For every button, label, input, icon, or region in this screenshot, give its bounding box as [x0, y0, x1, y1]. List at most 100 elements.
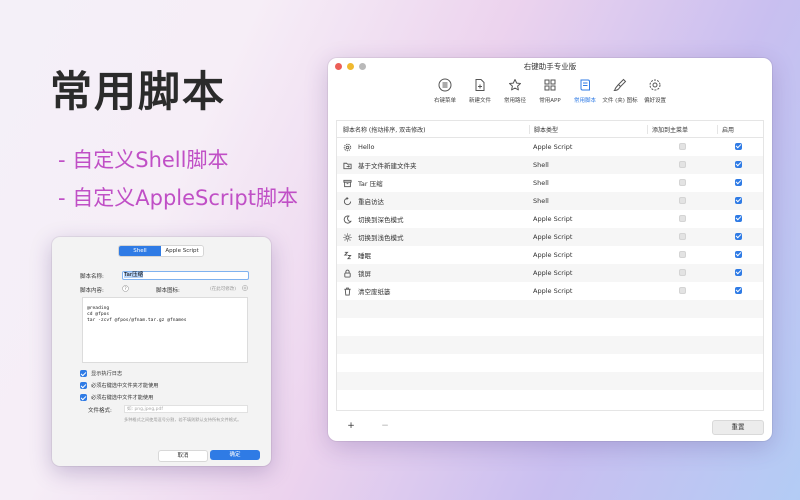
add-script-button[interactable]: +	[342, 420, 360, 432]
tab-label: 常用路径	[503, 98, 526, 104]
add-to-menu-checkbox[interactable]	[679, 178, 686, 186]
filetype-label: 文件格式:	[88, 408, 112, 414]
script-type: Apple Script	[533, 143, 573, 151]
add-to-menu-checkbox[interactable]	[679, 196, 686, 204]
table-row[interactable]: 锁屏 Apple Script	[337, 264, 763, 282]
add-to-menu-checkbox[interactable]	[679, 232, 686, 240]
bottom-bar: + − 重置	[336, 420, 764, 435]
tab-shell[interactable]: Shell	[119, 246, 161, 256]
tab-label: 偏好设置	[643, 98, 666, 104]
table-row[interactable]: Hello Apple Script	[337, 138, 763, 156]
code-line: tar -zcvf @fpos/@fnam.tar.gz @fnames	[87, 318, 187, 323]
require-folder-checkbox[interactable]	[80, 382, 87, 389]
sun-icon	[343, 232, 352, 242]
table-row[interactable]: 重启访达 Shell	[337, 192, 763, 210]
enabled-checkbox[interactable]	[735, 268, 742, 276]
plus-circle-icon[interactable]	[242, 285, 248, 291]
script-name: 重启访达	[358, 198, 384, 206]
require-file-checkbox[interactable]	[80, 394, 87, 401]
hero-title: 常用脚本	[50, 67, 227, 116]
tab-scripts[interactable]: 常用脚本	[568, 74, 602, 118]
script-icon	[580, 79, 590, 91]
tab-folder-icons[interactable]: 文件 (夹) 图标	[602, 74, 638, 118]
table-row[interactable]: 切换到浅色模式 Apple Script	[337, 228, 763, 246]
script-type-segmented: Shell Apple Script	[118, 245, 204, 257]
add-to-menu-checkbox[interactable]	[679, 142, 686, 150]
tab-label: 常用脚本	[573, 98, 596, 104]
script-type: Apple Script	[533, 251, 573, 259]
enabled-checkbox[interactable]	[735, 286, 742, 294]
script-name: 基于文件新建文件夹	[358, 162, 417, 170]
tab-label: 常用APP	[539, 98, 561, 104]
help-icon[interactable]: ?	[122, 285, 129, 292]
header-enabled[interactable]: 启用	[717, 124, 763, 134]
option-require-folder[interactable]: 必须右键选中文件夹才能使用	[80, 382, 158, 389]
script-type: Apple Script	[533, 233, 573, 241]
new-file-icon	[475, 79, 485, 91]
content-label: 脚本内容:	[80, 288, 104, 294]
script-name-value: Tar压缩	[124, 272, 144, 278]
add-to-menu-checkbox[interactable]	[679, 160, 686, 168]
confirm-button[interactable]: 确定	[210, 450, 260, 460]
main-window: 右键助手专业版 右键菜单 新建文件 常用路径 常用APP 常用脚本 文件 (夹)…	[328, 58, 772, 441]
script-name: Hello	[358, 143, 375, 151]
script-name: 睡眠	[358, 252, 371, 260]
add-to-menu-checkbox[interactable]	[679, 250, 686, 258]
script-editor-window: Shell Apple Script 脚本名称: Tar压缩 脚本内容: ? 脚…	[52, 237, 271, 466]
reset-button[interactable]: 重置	[712, 420, 764, 435]
show-log-checkbox[interactable]	[80, 370, 87, 377]
header-name[interactable]: 脚本名称 (拖动排序, 双击修改)	[337, 125, 529, 134]
option-require-file[interactable]: 必须右键选中文件才能使用	[80, 394, 153, 401]
table-row[interactable]: 基于文件新建文件夹 Shell	[337, 156, 763, 174]
title-bar: 右键助手专业版	[328, 58, 772, 74]
tab-applescript[interactable]: Apple Script	[161, 246, 203, 256]
enabled-checkbox[interactable]	[735, 178, 742, 186]
tab-context-menu[interactable]: 右键菜单	[428, 74, 462, 118]
add-to-menu-checkbox[interactable]	[679, 286, 686, 294]
archive-box-icon	[343, 179, 352, 187]
script-type: Apple Script	[533, 269, 573, 277]
table-row[interactable]: 清空废纸篓 Apple Script	[337, 282, 763, 300]
header-type[interactable]: 脚本类型	[529, 124, 647, 134]
option-show-log[interactable]: 显示执行日志	[80, 370, 122, 377]
toolbar: 右键菜单 新建文件 常用路径 常用APP 常用脚本 文件 (夹) 图标 偏好设置	[328, 74, 772, 118]
enabled-checkbox[interactable]	[735, 250, 742, 258]
script-name: Tar 压缩	[358, 180, 383, 188]
gear-icon	[343, 143, 352, 151]
restart-icon	[343, 196, 352, 205]
empty-row	[337, 336, 763, 354]
enabled-checkbox[interactable]	[735, 214, 742, 222]
brush-icon	[613, 78, 627, 92]
tab-new-file[interactable]: 新建文件	[463, 74, 497, 118]
script-name-input[interactable]: Tar压缩	[122, 271, 249, 280]
filetype-input[interactable]: 如: png,jpeg,pdf	[124, 405, 248, 413]
script-type: Shell	[533, 161, 549, 169]
icon-placeholder[interactable]: (在此可修改)	[210, 286, 236, 292]
lock-icon	[344, 269, 351, 278]
table-row[interactable]: 切换到深色模式 Apple Script	[337, 210, 763, 228]
script-type: Shell	[533, 197, 549, 205]
add-to-menu-checkbox[interactable]	[679, 214, 686, 222]
table-row[interactable]: Tar 压缩 Shell	[337, 174, 763, 192]
list-icon	[438, 78, 452, 92]
empty-row	[337, 318, 763, 336]
script-type: Apple Script	[533, 215, 573, 223]
enabled-checkbox[interactable]	[735, 232, 742, 240]
table-row[interactable]: 睡眠 Apple Script	[337, 246, 763, 264]
script-content-editor[interactable]: @reading cd @fpos tar -zcvf @fpos/@fnam.…	[82, 297, 248, 363]
enabled-checkbox[interactable]	[735, 196, 742, 204]
feature-shell: - 自定义Shell脚本	[58, 148, 229, 172]
tab-favorite-apps[interactable]: 常用APP	[533, 74, 567, 118]
remove-script-button[interactable]: −	[376, 420, 394, 432]
moon-icon	[343, 214, 352, 224]
icon-label: 脚本图标:	[156, 288, 180, 294]
cancel-button[interactable]: 取消	[158, 450, 208, 462]
add-to-menu-checkbox[interactable]	[679, 268, 686, 276]
header-add-to-menu[interactable]: 添加到主菜单	[647, 124, 717, 134]
script-type: Shell	[533, 179, 549, 187]
tab-preferences[interactable]: 偏好设置	[638, 74, 672, 118]
enabled-checkbox[interactable]	[735, 142, 742, 150]
enabled-checkbox[interactable]	[735, 160, 742, 168]
empty-row	[337, 300, 763, 318]
tab-favorite-paths[interactable]: 常用路径	[498, 74, 532, 118]
